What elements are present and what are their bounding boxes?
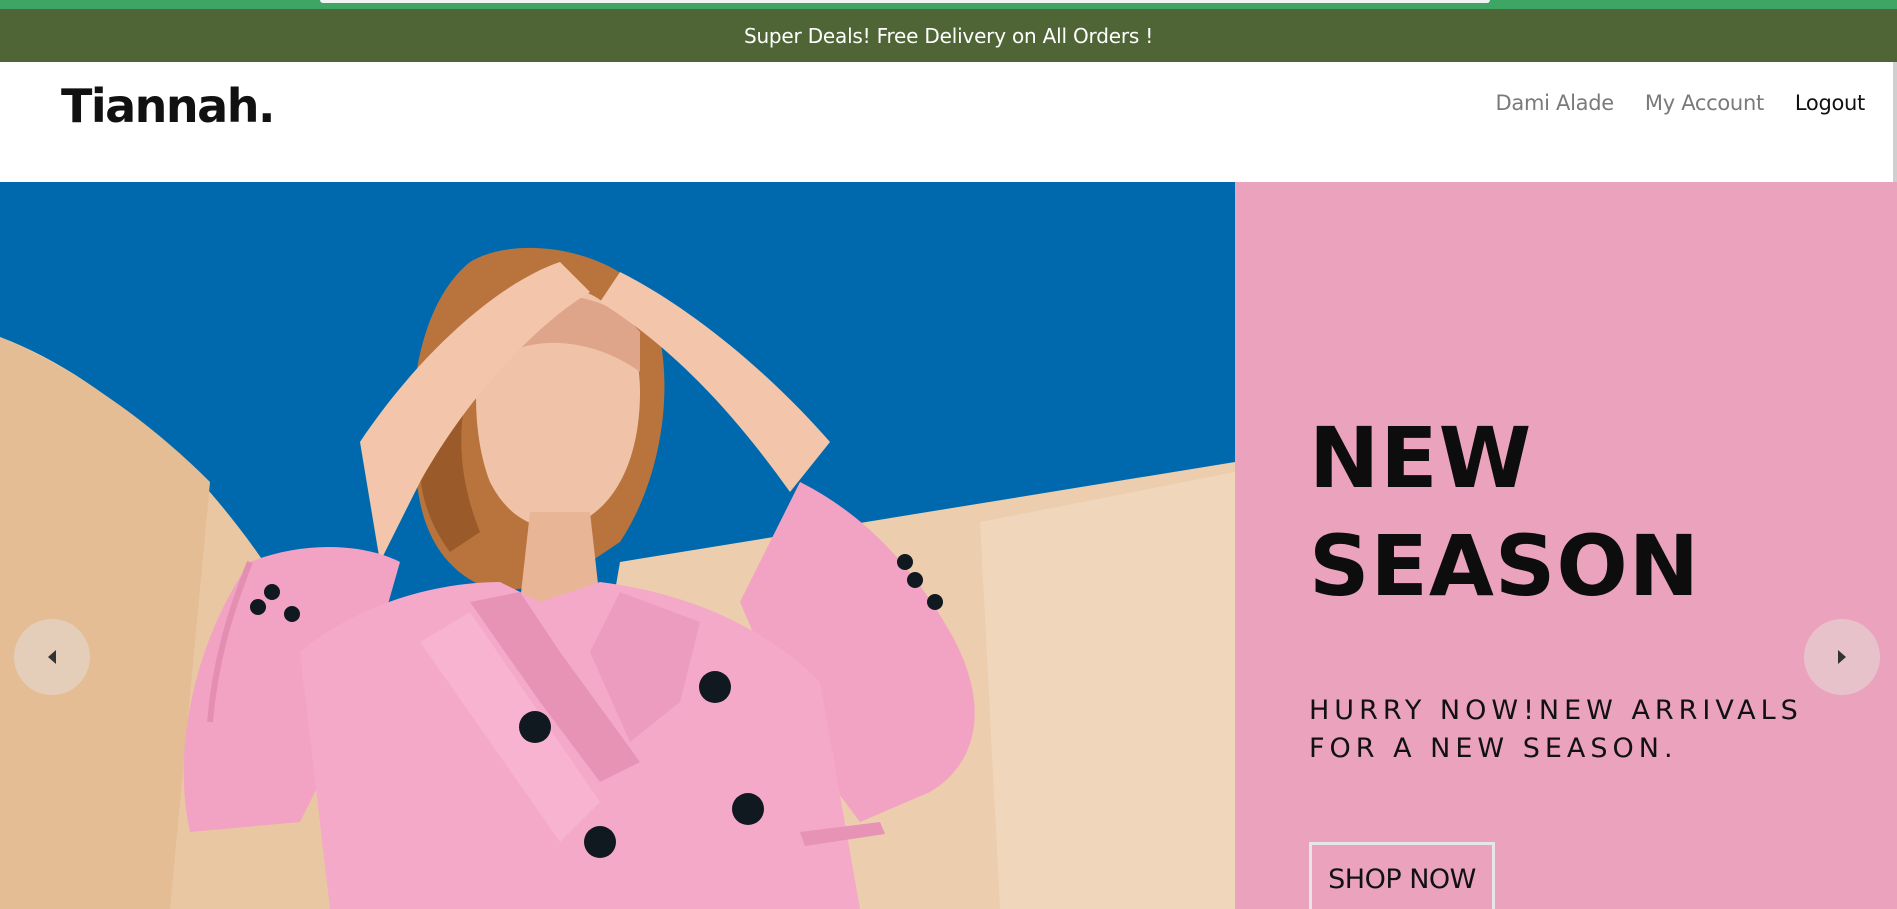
- hero-text-panel: NEW SEASON HURRY NOW!NEW ARRIVALS FOR A …: [1235, 182, 1897, 909]
- site-header: Tiannah. Dami Alade My Account Logout: [0, 62, 1897, 182]
- hero-headline-line1: NEW: [1309, 409, 1533, 507]
- model-photo: [0, 182, 1235, 909]
- promo-text: Super Deals! Free Delivery on All Orders…: [743, 23, 1154, 48]
- hero-subheadline-line2: FOR A NEW SEASON.: [1309, 733, 1678, 764]
- nav-my-account[interactable]: My Account: [1645, 91, 1764, 115]
- hero-carousel: NEW SEASON HURRY NOW!NEW ARRIVALS FOR A …: [0, 182, 1897, 909]
- brand-logo[interactable]: Tiannah.: [61, 79, 275, 133]
- shop-now-button[interactable]: SHOP NOW: [1309, 842, 1495, 909]
- nav-user-name[interactable]: Dami Alade: [1496, 91, 1615, 115]
- browser-url-bar[interactable]: [320, 0, 1490, 3]
- nav-logout[interactable]: Logout: [1795, 91, 1865, 115]
- carousel-prev-button[interactable]: [14, 619, 90, 695]
- hero-subheadline: HURRY NOW!NEW ARRIVALS FOR A NEW SEASON.: [1309, 692, 1829, 768]
- header-nav: Dami Alade My Account Logout: [1496, 91, 1866, 115]
- hero-headline: NEW SEASON: [1309, 404, 1700, 620]
- promo-banner: Super Deals! Free Delivery on All Orders…: [0, 9, 1897, 62]
- hero-headline-line2: SEASON: [1309, 517, 1701, 615]
- chevron-right-icon: [1838, 650, 1846, 664]
- browser-top-strip: [0, 0, 1897, 9]
- carousel-next-button[interactable]: [1804, 619, 1880, 695]
- hero-image: [0, 182, 1235, 909]
- chevron-left-icon: [48, 650, 56, 664]
- hero-subheadline-line1: HURRY NOW!NEW ARRIVALS: [1309, 695, 1803, 726]
